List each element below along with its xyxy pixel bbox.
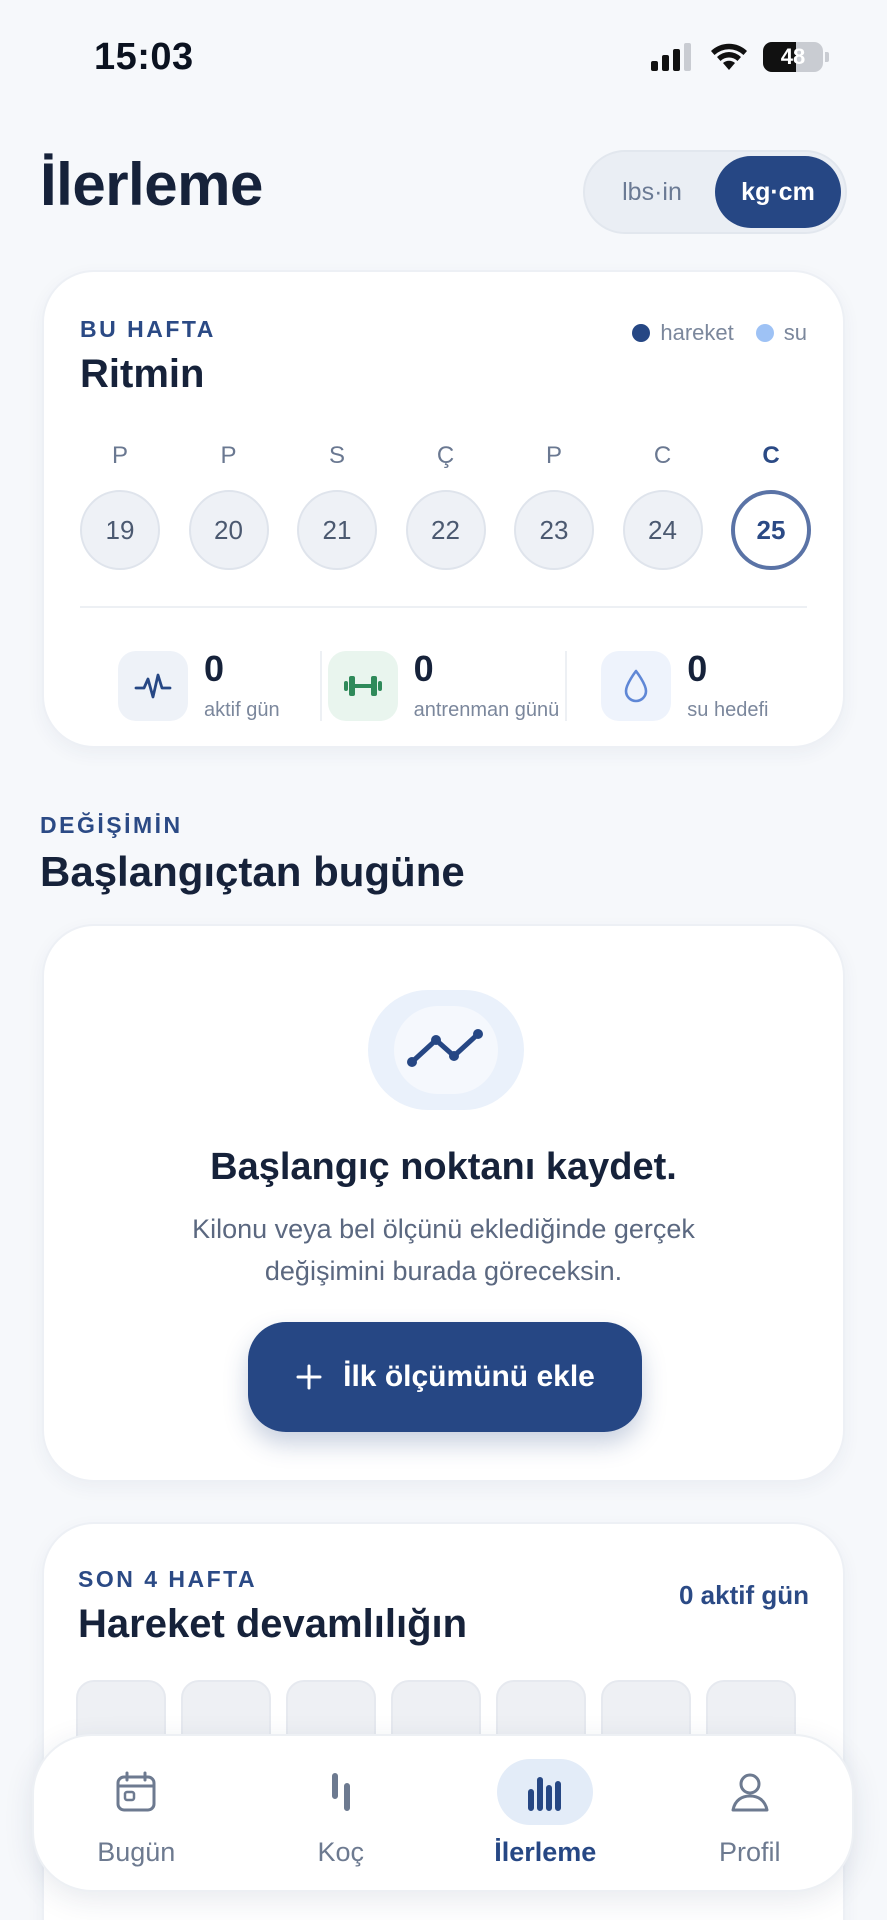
day-letter: C <box>653 442 672 469</box>
stat-active-days: 0 aktif gün <box>118 642 280 730</box>
legend-dot-movement <box>632 324 651 342</box>
day-letter: S <box>328 442 345 469</box>
profile-icon <box>702 1759 798 1825</box>
tab-label: Koç <box>317 1836 365 1867</box>
streak-title: Hareket devamlılığın <box>78 1602 468 1646</box>
legend-label-water: su <box>783 320 807 345</box>
stat-label: su hedefi <box>687 698 769 721</box>
activity-icon <box>118 651 188 721</box>
tab-today[interactable]: Bugün <box>51 1759 221 1868</box>
day-item[interactable]: P 20 <box>188 442 269 570</box>
stat-separator <box>319 651 322 721</box>
status-bar: 15:03 48 <box>0 0 887 110</box>
legend-item-water: su <box>755 320 807 346</box>
page-title: İlerleme <box>40 151 263 218</box>
stat-value: 0 <box>413 647 434 689</box>
tab-label: İlerleme <box>494 1836 597 1867</box>
day-letter: P <box>545 442 562 469</box>
add-first-measurement-button[interactable]: İlk ölçümünü ekle <box>248 1322 642 1432</box>
status-time: 15:03 <box>94 36 194 78</box>
day-item[interactable]: S 21 <box>297 442 377 570</box>
stat-label: antrenman günü <box>413 698 560 721</box>
stat-separator <box>565 651 568 721</box>
legend-item-movement: hareket <box>632 320 734 346</box>
empty-state-description: Kilonu veya bel ölçünü eklediğinde gerçe… <box>192 1214 695 1286</box>
unit-option-metric[interactable]: kg·cm <box>715 156 841 228</box>
day-item[interactable]: C 24 <box>622 442 703 570</box>
legend: hareket su <box>632 320 807 346</box>
week-rhythm-card: BU HAFTA Ritmin hareket su P 19 P 20 S 2… <box>42 270 845 748</box>
tab-label: Bugün <box>97 1836 176 1867</box>
legend-label-movement: hareket <box>660 320 734 345</box>
battery-icon: 48 <box>763 42 823 72</box>
tab-label: Profil <box>718 1836 781 1867</box>
add-first-measurement-label: İlk ölçümünü ekle <box>343 1360 595 1393</box>
change-eyebrow: DEĞİŞİMİN <box>40 812 183 838</box>
week-days: P 19 P 20 S 21 Ç 22 P 23 C 24 C 25 <box>80 442 811 570</box>
tab-profile[interactable]: Profil <box>665 1759 835 1868</box>
unit-toggle[interactable]: lbs·in kg·cm <box>583 150 847 234</box>
tab-progress[interactable]: İlerleme <box>460 1758 630 1868</box>
day-circle[interactable]: 24 <box>622 490 703 570</box>
week-stats: 0 aktif gün 0 antrenman günü 0 su hedefi <box>80 642 807 730</box>
week-eyebrow: BU HAFTA <box>80 316 216 342</box>
stat-water-goal: 0 su hedefi <box>601 642 768 730</box>
divider <box>80 606 807 608</box>
streak-count: 0 aktif gün <box>678 1580 809 1610</box>
stat-value: 0 <box>204 647 225 689</box>
tab-coach[interactable]: Koç <box>256 1759 426 1868</box>
unit-option-imperial[interactable]: lbs·in <box>589 156 715 228</box>
wifi-icon <box>711 43 747 70</box>
day-circle[interactable]: 23 <box>514 490 594 570</box>
day-circle[interactable]: 22 <box>405 490 486 570</box>
day-item[interactable]: P 23 <box>514 442 594 570</box>
day-letter: P <box>220 442 237 469</box>
trend-line-icon <box>366 988 526 1112</box>
day-letter: P <box>111 442 128 469</box>
day-circle[interactable]: 20 <box>188 490 269 570</box>
day-circle[interactable]: 19 <box>80 490 160 570</box>
stat-value: 0 <box>687 647 708 689</box>
streak-eyebrow: SON 4 HAFTA <box>78 1566 258 1592</box>
stat-label: aktif gün <box>204 698 280 721</box>
week-title: Ritmin <box>80 352 205 396</box>
day-letter: Ç <box>436 442 455 469</box>
day-letter: C <box>762 442 780 469</box>
bar-chart-icon <box>497 1758 594 1825</box>
cellular-signal-icon <box>651 43 691 71</box>
status-icons: 48 <box>651 42 829 72</box>
empty-state-title: Başlangıç noktanı kaydet. <box>210 1146 677 1188</box>
battery-level: 48 <box>780 44 806 69</box>
day-item[interactable]: P 19 <box>80 442 160 570</box>
day-circle-today[interactable]: 25 <box>731 490 811 570</box>
water-drop-icon <box>601 651 672 721</box>
legend-dot-water <box>755 324 774 342</box>
plus-icon <box>296 1364 322 1390</box>
day-item-today[interactable]: C 25 <box>731 442 811 570</box>
day-circle[interactable]: 21 <box>297 490 377 570</box>
change-empty-card: Başlangıç noktanı kaydet. Kilonu veya be… <box>42 924 845 1482</box>
bottom-tab-bar: Bugün Koç İlerleme Profil <box>32 1734 854 1892</box>
stat-workout-days: 0 antrenman günü <box>327 642 560 730</box>
coach-icon <box>293 1759 389 1825</box>
calendar-icon <box>88 1759 184 1825</box>
change-title: Başlangıçtan bugüne <box>40 848 465 895</box>
day-item[interactable]: Ç 22 <box>405 442 486 570</box>
dumbbell-icon <box>327 651 398 721</box>
